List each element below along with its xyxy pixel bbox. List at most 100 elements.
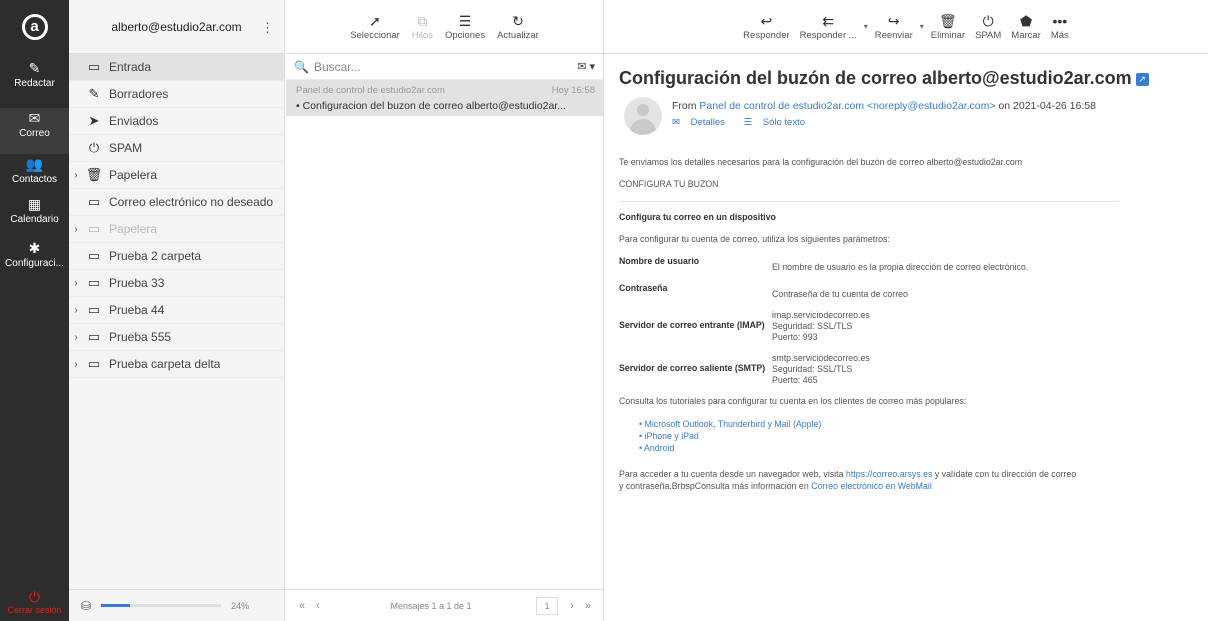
more-icon: •••	[1052, 13, 1068, 29]
folder-inbox[interactable]: ▭ Entrada	[69, 54, 284, 81]
folder-prueba-33[interactable]: › ▭ Prueba 33	[69, 270, 284, 297]
rail-contacts[interactable]: 👥 Contactos	[0, 156, 69, 185]
plain-text-link[interactable]: ☰ Sólo texto	[744, 117, 813, 128]
folder-trash-dim[interactable]: › ▭ Papelera	[69, 216, 284, 243]
lines-icon: ☰	[743, 117, 753, 128]
reply-icon: ↩	[760, 13, 773, 29]
expand-chevron-icon[interactable]: ›	[69, 305, 83, 316]
param-row: Servidor de correo entrante (IMAP) imap.…	[619, 310, 870, 342]
body-intro: Te enviamos los detalles necesarios para…	[619, 157, 1023, 167]
calendar-icon: ▦	[27, 196, 42, 212]
message-date: Hoy 16:58	[551, 85, 595, 96]
options-button[interactable]: ☰ Opciones	[442, 12, 488, 41]
expand-chevron-icon[interactable]: ›	[69, 359, 83, 370]
folder-drafts[interactable]: ✎ Borradores	[69, 81, 284, 108]
app-logo[interactable]: a	[0, 14, 69, 40]
folder-icon: ▭	[87, 302, 101, 317]
delete-button[interactable]: 🗑 Eliminar	[928, 12, 968, 41]
next-page-button[interactable]: ›	[564, 600, 580, 612]
folder-junk[interactable]: ▭ Correo electrónico no deseado	[69, 189, 284, 216]
tutorial-link[interactable]: • Microsoft Outlook, Thunderbird y Mail …	[639, 418, 1179, 430]
reply-button[interactable]: ↩ Responder	[740, 12, 792, 41]
folder-icon: ▭	[87, 356, 101, 371]
forward-button[interactable]: ↪ Reenviar	[872, 12, 916, 41]
rail-calendar[interactable]: ▦ Calendario	[0, 196, 69, 225]
page-number-input[interactable]: 1	[536, 596, 558, 615]
folder-spam[interactable]: ⏻ SPAM	[69, 135, 284, 162]
folder-prueba-delta[interactable]: › ▭ Prueba carpeta delta	[69, 351, 284, 378]
divider	[619, 201, 1119, 202]
header-links: ✉ Detalles ☰ Sólo texto	[672, 117, 821, 128]
search-bar[interactable]: 🔍 Buscar... ✉ ▾	[286, 54, 603, 80]
forward-dropdown-icon[interactable]: ▾	[920, 22, 924, 31]
rail-compose[interactable]: ✎ Redactar	[0, 60, 69, 89]
param-row: Contraseña Contraseña de tu cuenta de co…	[619, 283, 908, 299]
tag-icon: ⬟	[1019, 13, 1033, 29]
envelope-icon: ✉	[672, 117, 680, 128]
account-email: alberto@estudio2ar.com	[111, 19, 242, 34]
details-link[interactable]: ✉ Detalles	[672, 117, 733, 128]
kebab-menu-icon[interactable]: ⋮	[261, 20, 274, 36]
search-input[interactable]: Buscar...	[314, 60, 577, 74]
envelope-dropdown-icon[interactable]: ✉ ▾	[577, 60, 595, 73]
reading-pane: ↩ Responder ⇇ Responder ... ▾ ↪ Reenviar…	[604, 0, 1208, 621]
search-icon: 🔍	[294, 59, 309, 74]
last-page-button[interactable]: »	[580, 600, 596, 612]
select-button[interactable]: ➚ Seleccionar	[347, 12, 403, 41]
folder-trash[interactable]: › 🗑 Papelera	[69, 162, 284, 189]
forward-icon: ↪	[887, 13, 900, 29]
folder-icon: ▭	[87, 194, 101, 209]
expand-chevron-icon[interactable]: ›	[69, 332, 83, 343]
body-section-title: CONFIGURA TU BUZON	[619, 179, 719, 189]
prev-page-button[interactable]: ‹	[310, 600, 326, 612]
message-from: Panel de control de estudio2ar.com	[296, 85, 445, 96]
tutorial-links: • Microsoft Outlook, Thunderbird y Mail …	[639, 418, 1179, 454]
sender-link[interactable]: Panel de control de estudio2ar.com <nore…	[699, 100, 995, 112]
account-header[interactable]: alberto@estudio2ar.com ⋮	[69, 0, 284, 54]
list-item[interactable]: Panel de control de estudio2ar.com Hoy 1…	[286, 80, 603, 116]
quota-indicator: ⛁ 24%	[69, 589, 285, 621]
options-icon: ☰	[458, 13, 472, 29]
mark-button[interactable]: ⬟ Marcar	[1008, 12, 1044, 41]
pencil-icon: ✎	[88, 86, 100, 101]
expand-chevron-icon[interactable]: ›	[69, 170, 83, 181]
threads-button[interactable]: ⧉ Hilos	[409, 12, 436, 41]
trash-icon: 🗑	[85, 167, 103, 182]
compose-icon: ✎	[28, 60, 41, 76]
cursor-icon: ➚	[369, 13, 381, 29]
reply-all-button[interactable]: ⇇ Responder ...	[797, 12, 860, 41]
folder-prueba-44[interactable]: › ▭ Prueba 44	[69, 297, 284, 324]
spam-button[interactable]: ⏻ SPAM	[972, 12, 1004, 41]
param-row: Nombre de usuario El nombre de usuario e…	[619, 256, 1029, 272]
rail-mail[interactable]: ✉ Correo	[0, 108, 69, 154]
message-toolbar: ↩ Responder ⇇ Responder ... ▾ ↪ Reenviar…	[604, 0, 1208, 54]
email-body: Te enviamos los detalles necesarios para…	[619, 157, 1179, 504]
tutorial-link[interactable]: • iPhone y iPad	[639, 430, 1179, 442]
expand-chevron-icon[interactable]: ›	[69, 224, 83, 235]
message-count: Mensajes 1 a 1 de 1	[390, 600, 472, 611]
folder-icon: ▭	[87, 275, 101, 290]
logout-button[interactable]: ⏻ Cerrar sesión	[0, 589, 69, 621]
expand-chevron-icon[interactable]: ›	[69, 278, 83, 289]
webmail-info-link[interactable]: Correo electrónico en WebMail	[811, 481, 932, 491]
folder-prueba-2[interactable]: ▭ Prueba 2 carpeta	[69, 243, 284, 270]
refresh-button[interactable]: ↻ Actualizar	[494, 12, 542, 41]
reply-all-dropdown-icon[interactable]: ▾	[864, 22, 868, 31]
folder-list: ▭ Entrada ✎ Borradores ➤ Enviados ⏻ SPAM…	[69, 54, 284, 378]
rail-settings[interactable]: ✱ Configuraci...	[0, 240, 69, 269]
list-toolbar: ➚ Seleccionar ⧉ Hilos ☰ Opciones ↻ Actua…	[286, 0, 603, 54]
folder-sent[interactable]: ➤ Enviados	[69, 108, 284, 135]
config-description: Para configurar tu cuenta de correo, uti…	[619, 234, 890, 244]
gear-icon: ✱	[28, 240, 41, 256]
folder-prueba-555[interactable]: › ▭ Prueba 555	[69, 324, 284, 351]
webmail-link[interactable]: https://correo.arsys.es	[846, 469, 933, 479]
email-subject: Configuración del buzón de correo albert…	[619, 68, 1149, 89]
message-subject: • Configuracion del buzon de correo albe…	[296, 100, 567, 112]
spam-icon: ⏻	[982, 13, 994, 29]
folder-icon: ▭	[87, 329, 101, 344]
tutorial-link[interactable]: • Android	[639, 442, 1179, 454]
more-button[interactable]: ••• Más	[1048, 12, 1072, 41]
first-page-button[interactable]: «	[294, 600, 310, 612]
open-external-icon[interactable]: ↗	[1135, 72, 1149, 86]
quota-bar	[101, 604, 222, 607]
